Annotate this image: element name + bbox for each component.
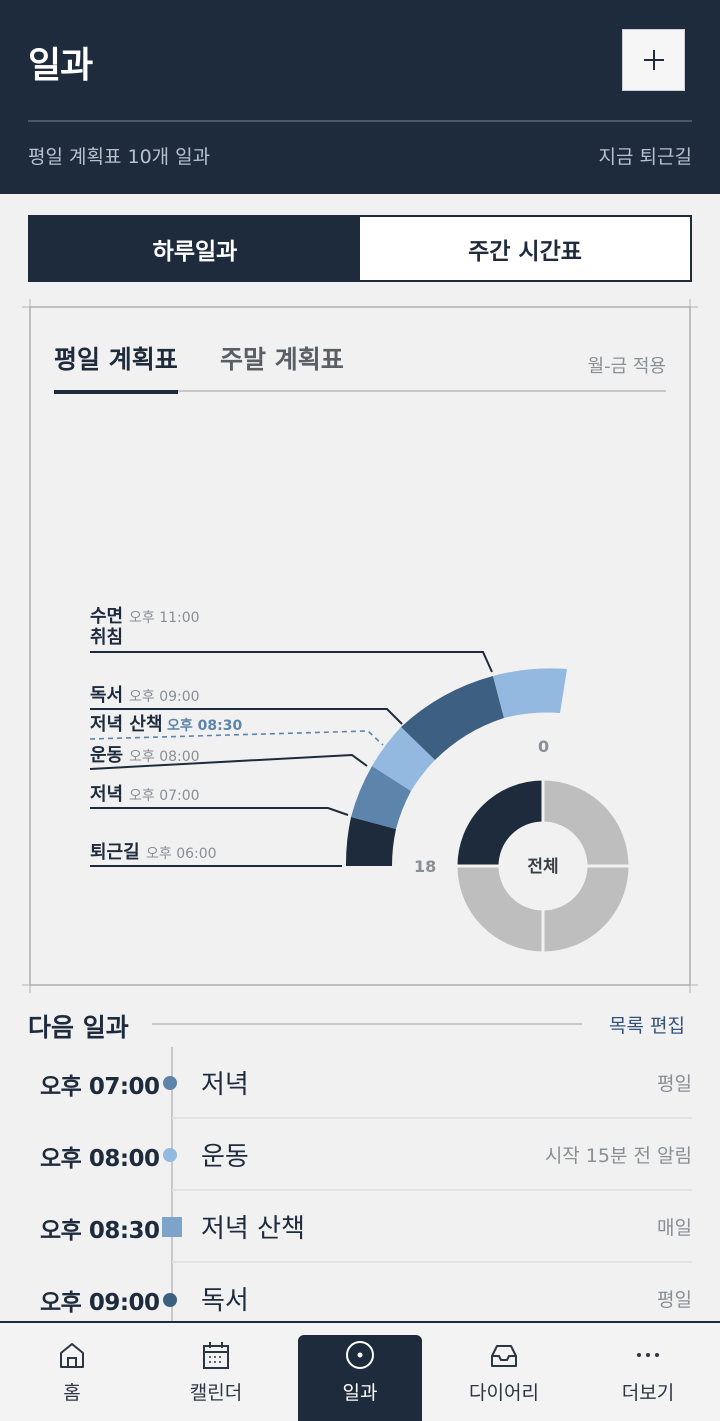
- bottom-nav: 홈 캘린더 일과 다이어리 더보기: [0, 1321, 720, 1421]
- routine-meta: 평일: [657, 1073, 692, 1095]
- legend-sleep-time: 오후 11:00: [129, 610, 200, 626]
- nav-more-label: 더보기: [621, 1382, 675, 1404]
- app-header: 일과 평일 계획표 10개 일과 지금 퇴근길: [0, 0, 720, 194]
- timeline-square: [162, 1217, 182, 1237]
- daily-routine-tab[interactable]: 하루일과: [30, 217, 360, 280]
- arc-label-start: 0: [538, 737, 549, 756]
- clock-icon: [346, 1341, 374, 1369]
- donut-center-label: 전체: [527, 857, 558, 877]
- arc-segment-sleep: [493, 668, 567, 718]
- legend-exercise-time: 오후 08:00: [129, 749, 200, 765]
- nav-home-label: 홈: [63, 1382, 81, 1404]
- tab-weekday-plan[interactable]: 평일 계획표: [54, 340, 178, 394]
- list-item[interactable]: 오후 07:00 저녁 평일: [0, 1047, 720, 1119]
- home-icon: [60, 1343, 84, 1368]
- routine-name: 독서: [201, 1286, 249, 1316]
- nav-diary-label: 다이어리: [469, 1382, 539, 1404]
- next-routines-title: 다음 일과: [28, 1013, 129, 1042]
- list-item[interactable]: 오후 08:00 운동 시작 15분 전 알림: [0, 1119, 720, 1191]
- legend-commute-name: 퇴근길: [90, 841, 140, 863]
- page-title: 일과: [28, 45, 93, 86]
- leader-line-dinner: [90, 807, 349, 816]
- legend-reading-name: 독서: [90, 685, 123, 706]
- timeline-dot: [163, 1076, 177, 1090]
- routine-time: 오후 09:00: [40, 1290, 160, 1316]
- routine-meta: 시작 15분 전 알림: [544, 1145, 692, 1167]
- routine-name: 운동: [201, 1142, 249, 1172]
- add-button[interactable]: [622, 29, 685, 91]
- apply-days-note: 월-금 적용: [587, 356, 666, 377]
- timeline-dot: [163, 1293, 177, 1307]
- inbox-icon: [491, 1345, 517, 1367]
- routine-meta: 평일: [657, 1289, 692, 1311]
- arc-label-end: 18: [414, 857, 436, 876]
- legend-sleep-name: 수면: [90, 606, 123, 627]
- more-icon: [637, 1353, 659, 1357]
- nav-routine-label: 일과: [342, 1382, 378, 1404]
- plan-summary: 평일 계획표 10개 일과: [28, 146, 211, 168]
- timeline-dot: [163, 1148, 177, 1162]
- tab-weekend-plan[interactable]: 주말 계획표: [220, 340, 344, 390]
- plus-icon: [643, 50, 664, 70]
- nav-routine[interactable]: 일과: [298, 1335, 422, 1421]
- nav-calendar[interactable]: 캘린더: [154, 1323, 278, 1421]
- nav-calendar-label: 캘린더: [189, 1382, 243, 1404]
- legend-walk-time: 오후 08:30: [167, 718, 242, 734]
- nav-home[interactable]: 홈: [10, 1323, 134, 1421]
- routine-time: 오후 08:30: [40, 1218, 160, 1244]
- routine-meta: 매일: [657, 1217, 692, 1239]
- current-routine: 지금 퇴근길: [598, 146, 692, 168]
- section-divider: [152, 1023, 582, 1025]
- list-item[interactable]: 오후 08:30 저녁 산책 매일: [0, 1191, 720, 1263]
- header-divider: [28, 120, 692, 122]
- nav-diary[interactable]: 다이어리: [442, 1323, 566, 1421]
- edit-list-button[interactable]: 목록 편집: [609, 1011, 685, 1038]
- legend-reading-time: 오후 09:00: [129, 689, 200, 705]
- routine-name: 저녁: [201, 1070, 249, 1100]
- view-switch: 하루일과 주간 시간표: [28, 215, 692, 282]
- weekly-timetable-tab[interactable]: 주간 시간표: [360, 217, 690, 280]
- routine-time: 오후 08:00: [40, 1146, 160, 1172]
- legend-dinner-time: 오후 07:00: [129, 788, 200, 804]
- legend-sleep-extra: 취침: [90, 627, 123, 648]
- calendar-icon: [203, 1342, 229, 1369]
- legend-dinner-name: 저녁: [90, 784, 123, 805]
- legend-walk-name: 저녁 산책: [90, 714, 163, 735]
- legend-exercise-name: 운동: [90, 745, 123, 766]
- routine-name: 저녁 산책: [201, 1214, 305, 1244]
- routine-time: 오후 07:00: [40, 1074, 160, 1100]
- legend-commute-time: 오후 06:00: [146, 846, 217, 862]
- plan-tabs: 평일 계획표 주말 계획표 월-금 적용: [54, 336, 666, 394]
- leader-line-sleep: [90, 651, 493, 673]
- nav-more[interactable]: 더보기: [586, 1323, 710, 1421]
- routine-chart: 수면 오후 11:00 취침 독서 오후 09:00 저녁 산책 오후 08:3…: [89, 606, 632, 955]
